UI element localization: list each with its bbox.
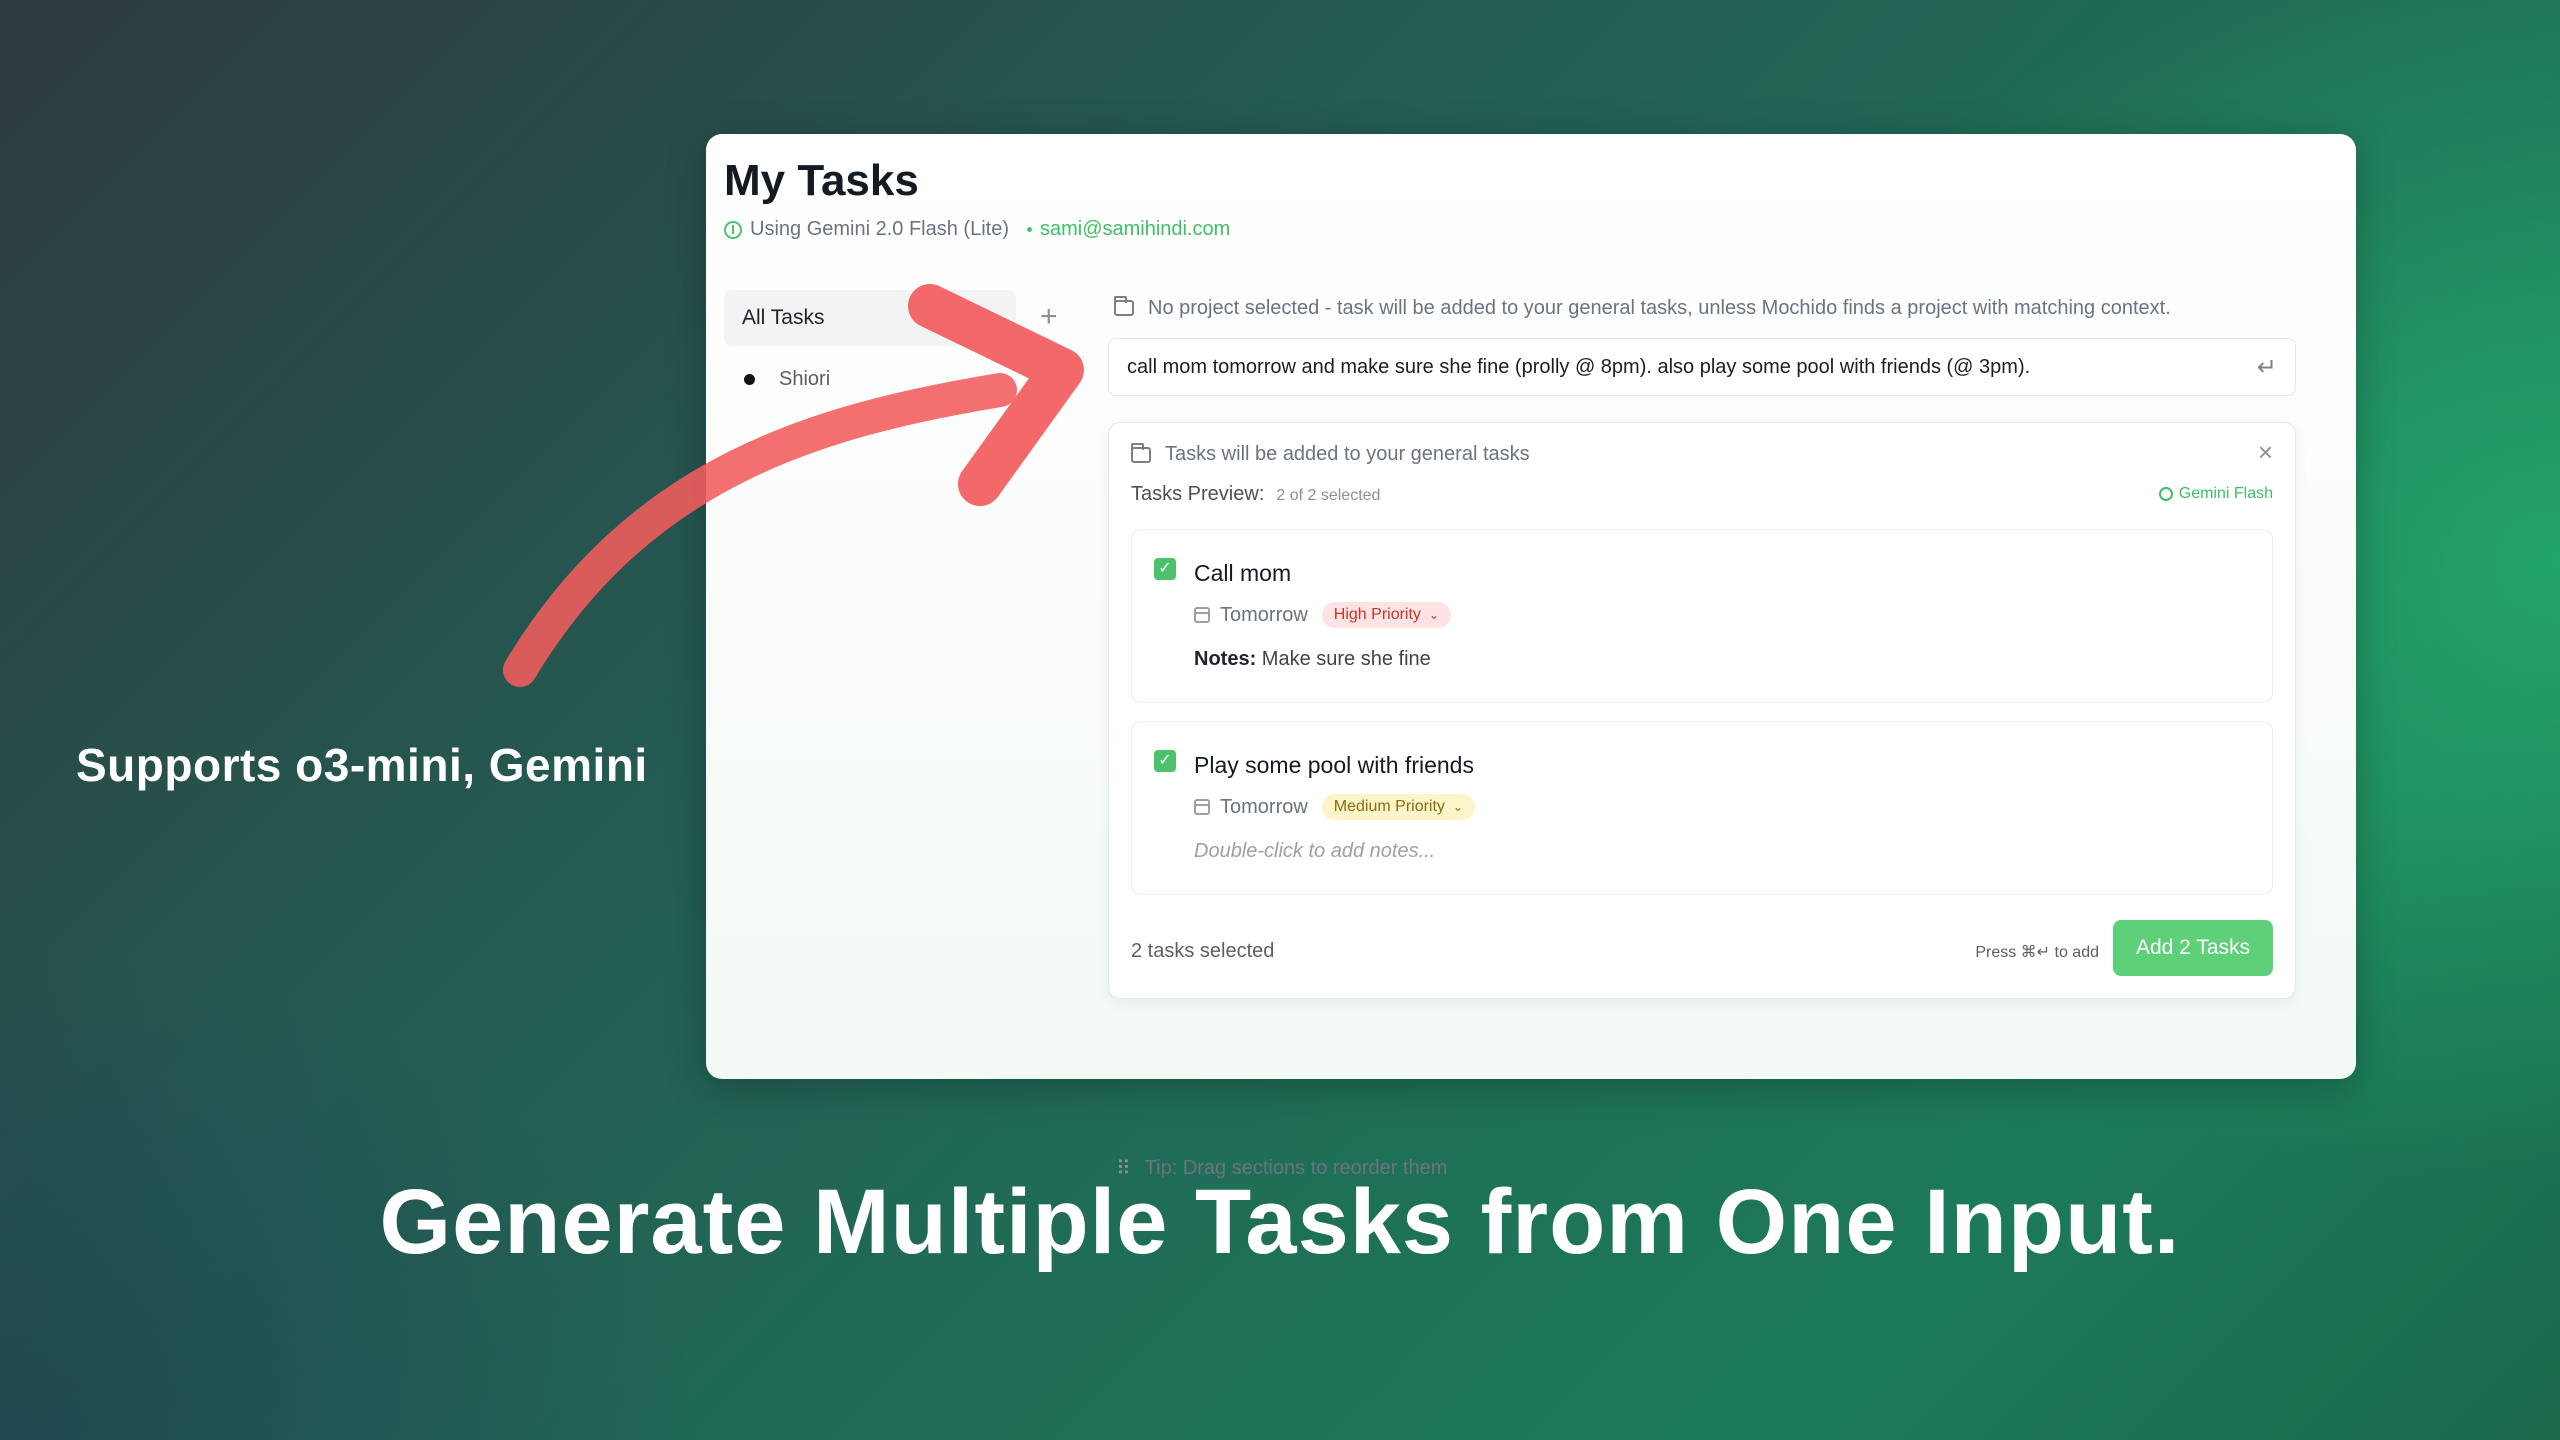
priority-label: Medium Priority xyxy=(1333,798,1445,815)
headline: Generate Multiple Tasks from One Input. xyxy=(379,1171,2181,1273)
sidebar-item-label: Shiori xyxy=(779,368,831,390)
close-icon[interactable]: × xyxy=(2258,437,2273,468)
project-bullet-icon xyxy=(744,374,755,385)
task-due[interactable]: Tomorrow xyxy=(1220,796,1308,819)
add-project-icon[interactable]: + xyxy=(1040,300,1058,334)
folder-icon xyxy=(1131,442,1151,463)
notes-placeholder[interactable]: Double-click to add notes... xyxy=(1194,840,1435,863)
page-title: My Tasks xyxy=(724,156,919,205)
status-dot-icon xyxy=(1026,227,1032,232)
shortcut-hint: Press ⌘↵ to add xyxy=(1975,944,2099,961)
sidebar-item-label: All Tasks xyxy=(742,306,825,329)
task-input-value[interactable]: call mom tomorrow and make sure she fine… xyxy=(1127,356,2030,379)
project-note: No project selected - task will be added… xyxy=(1114,290,2296,326)
model-tag: Gemini Flash xyxy=(2158,485,2273,503)
sidebar-item-all-tasks[interactable]: All Tasks xyxy=(724,290,1016,346)
project-note-text: No project selected - task will be added… xyxy=(1148,296,2171,319)
priority-dropdown[interactable]: Medium Priority ⌄ xyxy=(1321,794,1475,820)
task-title[interactable]: Call mom xyxy=(1194,560,1291,587)
user-email[interactable]: sami@samihindi.com xyxy=(1040,218,1230,241)
calendar-icon xyxy=(1194,607,1210,623)
destination-note-text: Tasks will be added to your general task… xyxy=(1165,443,1530,465)
model-label[interactable]: Using Gemini 2.0 Flash (Lite) xyxy=(750,218,1009,241)
task-checkbox[interactable]: ✓ xyxy=(1154,750,1176,772)
notes-text: Make sure she fine xyxy=(1261,648,1431,670)
preview-title: Tasks Preview: 2 of 2 selected xyxy=(1131,483,1380,506)
add-tasks-button[interactable]: Add 2 Tasks xyxy=(2113,920,2273,976)
tasks-selected-summary: 2 tasks selected xyxy=(1131,940,1275,962)
task-meta: Tomorrow Medium Priority ⌄ xyxy=(1194,794,1475,820)
task-card[interactable]: ✓ Play some pool with friends Tomorrow M… xyxy=(1131,721,2273,895)
calendar-icon xyxy=(1194,799,1210,815)
preview-title-text: Tasks Preview: xyxy=(1131,483,1265,505)
priority-dropdown[interactable]: High Priority ⌄ xyxy=(1321,602,1451,628)
task-title[interactable]: Play some pool with friends xyxy=(1194,752,1474,779)
chevron-down-icon: ⌄ xyxy=(1428,608,1439,622)
app-meta: Using Gemini 2.0 Flash (Lite) sami@samih… xyxy=(724,218,1230,241)
model-icon xyxy=(2158,487,2173,501)
app-window: My Tasks Using Gemini 2.0 Flash (Lite) s… xyxy=(706,134,2356,1180)
task-input[interactable]: call mom tomorrow and make sure she fine… xyxy=(1108,338,2296,396)
sidebar: All Tasks + Shiori xyxy=(724,290,1064,391)
tasks-preview-panel: Tasks will be added to your general task… xyxy=(1108,422,2296,999)
model-icon xyxy=(724,220,742,239)
chevron-down-icon: ⌄ xyxy=(1452,800,1463,814)
task-card[interactable]: ✓ Call mom Tomorrow High Priority ⌄ Note… xyxy=(1131,529,2273,703)
folder-icon xyxy=(1114,296,1134,316)
main-panel: No project selected - task will be added… xyxy=(1108,290,2296,1180)
notes-label: Notes: xyxy=(1194,648,1257,670)
task-notes[interactable]: Notes: Make sure she fine xyxy=(1194,648,1431,671)
task-checkbox[interactable]: ✓ xyxy=(1154,558,1176,580)
destination-note: Tasks will be added to your general task… xyxy=(1131,442,1530,466)
priority-label: High Priority xyxy=(1333,606,1421,623)
model-tag-label: Gemini Flash xyxy=(2178,485,2273,502)
task-due[interactable]: Tomorrow xyxy=(1220,604,1308,627)
caption-left: Supports o3-mini, Gemini xyxy=(76,739,648,791)
selected-count: 2 of 2 selected xyxy=(1276,487,1381,504)
sidebar-item-shiori[interactable]: Shiori xyxy=(724,368,1064,391)
task-meta: Tomorrow High Priority ⌄ xyxy=(1194,602,1451,628)
return-icon[interactable]: ↵ xyxy=(2257,353,2277,382)
